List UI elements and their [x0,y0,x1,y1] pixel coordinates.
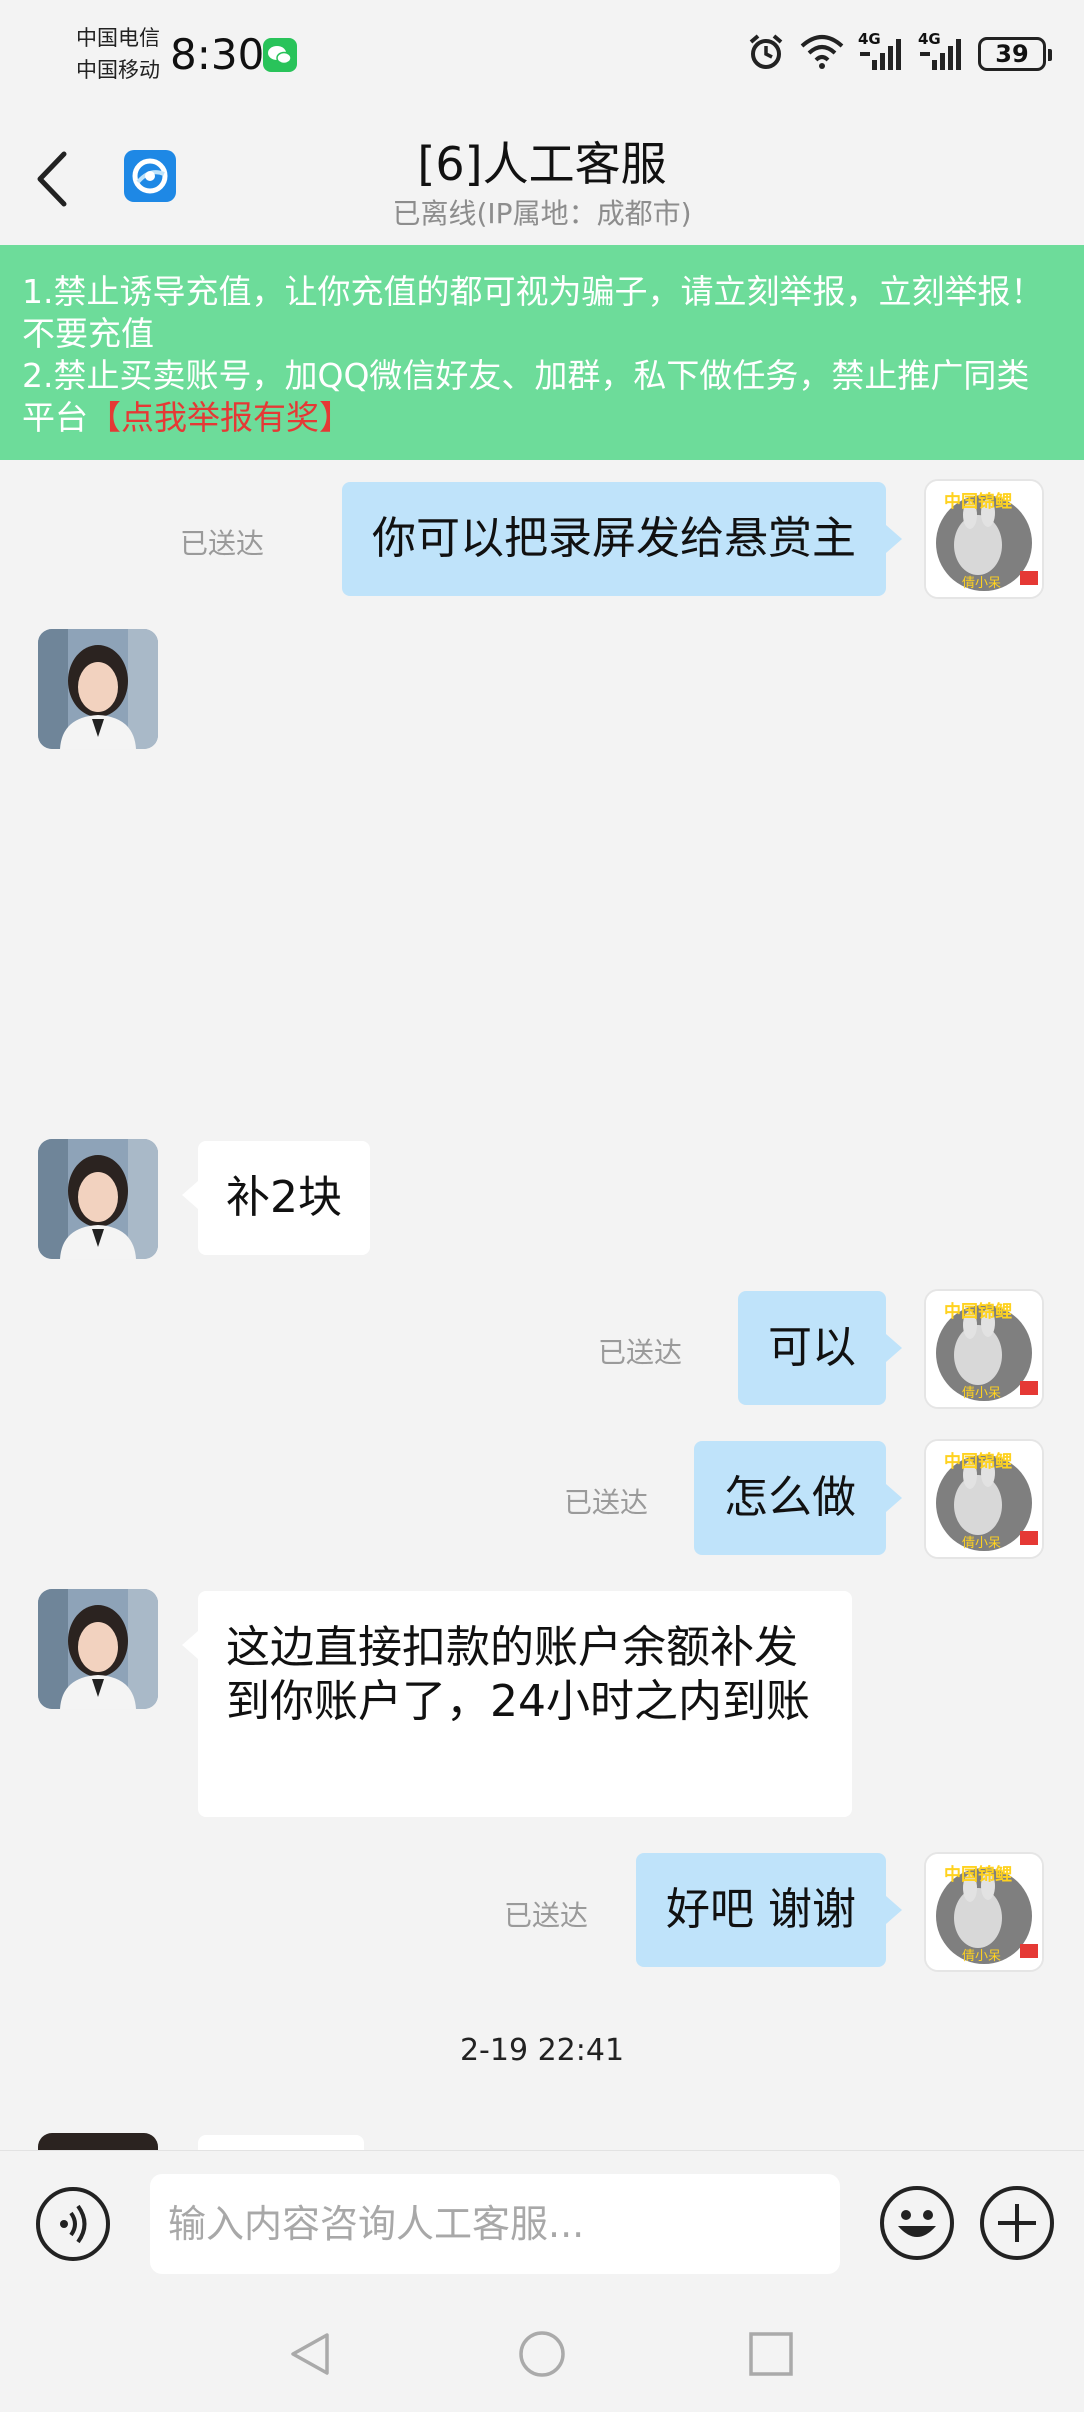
avatar-caption-top: 中国锦鲤 [944,1302,1012,1322]
message-bubble-outgoing[interactable]: 可以 [738,1291,902,1405]
message-input[interactable] [150,2174,840,2274]
delivered-status: 已送达 [597,1336,682,1369]
message-bubble-incoming[interactable]: 这边直接扣款的账户余额补发到你账户了，24小时之内到账 [182,1591,852,1817]
message-text: 你可以把录屏发给悬赏主 [372,513,856,564]
plus-icon[interactable] [980,2186,1054,2260]
chat-timestamp: 2-19 22:41 [459,2033,625,2068]
delivered-status: 已送达 [563,1486,648,1519]
avatar-caption-bottom: 倩小呆 [962,1386,1002,1401]
avatar-self[interactable]: 中国锦鲤 倩小呆 [924,1289,1044,1409]
avatar-caption-bottom: 倩小呆 [962,1536,1002,1551]
message-text: 这边直接扣款的账户余额补发到你账户了，24小时之内到账 [226,1622,810,1727]
avatar-caption-top: 中国锦鲤 [944,492,1012,512]
avatar-self[interactable]: 中国锦鲤 倩小呆 [924,1439,1044,1559]
nav-back-icon[interactable] [285,2329,335,2383]
signal-1-icon: 4G [858,30,904,74]
nav-recents-icon[interactable] [748,2331,794,2381]
avatar-caption-top: 中国锦鲤 [944,1452,1012,1472]
report-link[interactable]: 【点我举报有奖】 [88,398,352,437]
banner-line-1: 1.禁止诱导充值，让你充值的都可视为骗子，请立刻举报，立刻举报！不要充值 [22,272,1044,353]
status-bar: 中国电信 中国移动 8:30 4G 4G 39 [0,0,1084,110]
message-text: 好吧 谢谢 [666,1884,856,1935]
system-nav-bar [0,2295,1084,2412]
message-bubble-incoming[interactable]: 补2块 [182,1141,370,1255]
online-status: 已离线(IP属地：成都市) [392,197,692,230]
avatar-self[interactable]: 中国锦鲤 倩小呆 [924,1852,1044,1972]
avatar-caption-bottom: 倩小呆 [962,1949,1002,1964]
voice-icon[interactable] [36,2187,110,2261]
status-icons: 4G 4G 39 [746,30,1052,76]
avatar-agent[interactable] [38,1139,158,1259]
message-text: 补2块 [226,1172,342,1223]
emoji-icon[interactable] [880,2186,954,2260]
message-bubble-outgoing[interactable]: 怎么做 [694,1441,902,1555]
warning-banner: 1.禁止诱导充值，让你充值的都可视为骗子，请立刻举报，立刻举报！不要充值 2.禁… [0,245,1084,460]
avatar-agent[interactable] [38,1589,158,1709]
message-text: 可以 [768,1322,856,1373]
message-bubble-outgoing[interactable]: 好吧 谢谢 [636,1853,902,1967]
avatar-self[interactable]: 中国锦鲤 倩小呆 [924,479,1044,599]
battery-icon: 39 [978,37,1052,71]
battery-level: 39 [995,40,1029,68]
carrier-1: 中国电信 [76,26,160,50]
wechat-notification-icon [263,38,297,72]
wifi-icon [800,34,844,74]
avatar-agent[interactable] [38,2133,158,2150]
message-bubble-outgoing[interactable]: 你可以把录屏发给悬赏主 [342,482,902,596]
chat-header: [6]人工客服 已离线(IP属地：成都市) [0,110,1084,245]
alarm-icon [746,32,786,76]
page-title: [6]人工客服 [417,137,667,191]
carrier-2: 中国移动 [76,58,160,82]
avatar-caption-bottom: 倩小呆 [962,576,1002,591]
status-time: 8:30 [170,30,265,79]
message-text: 怎么做 [724,1472,856,1523]
signal-2-icon: 4G [918,30,964,74]
nav-home-icon[interactable] [517,2329,567,2383]
banner-line-2: 2.禁止买卖账号，加QQ微信好友、加群，私下做任务，禁止推广同类平台【点我举报有… [22,355,1062,439]
delivered-status: 已送达 [179,527,264,560]
message-bubble-incoming[interactable] [198,2135,364,2150]
input-bar [0,2150,1084,2296]
avatar-agent[interactable] [38,629,158,749]
delivered-status: 已送达 [503,1899,588,1932]
avatar-caption-top: 中国锦鲤 [944,1865,1012,1885]
